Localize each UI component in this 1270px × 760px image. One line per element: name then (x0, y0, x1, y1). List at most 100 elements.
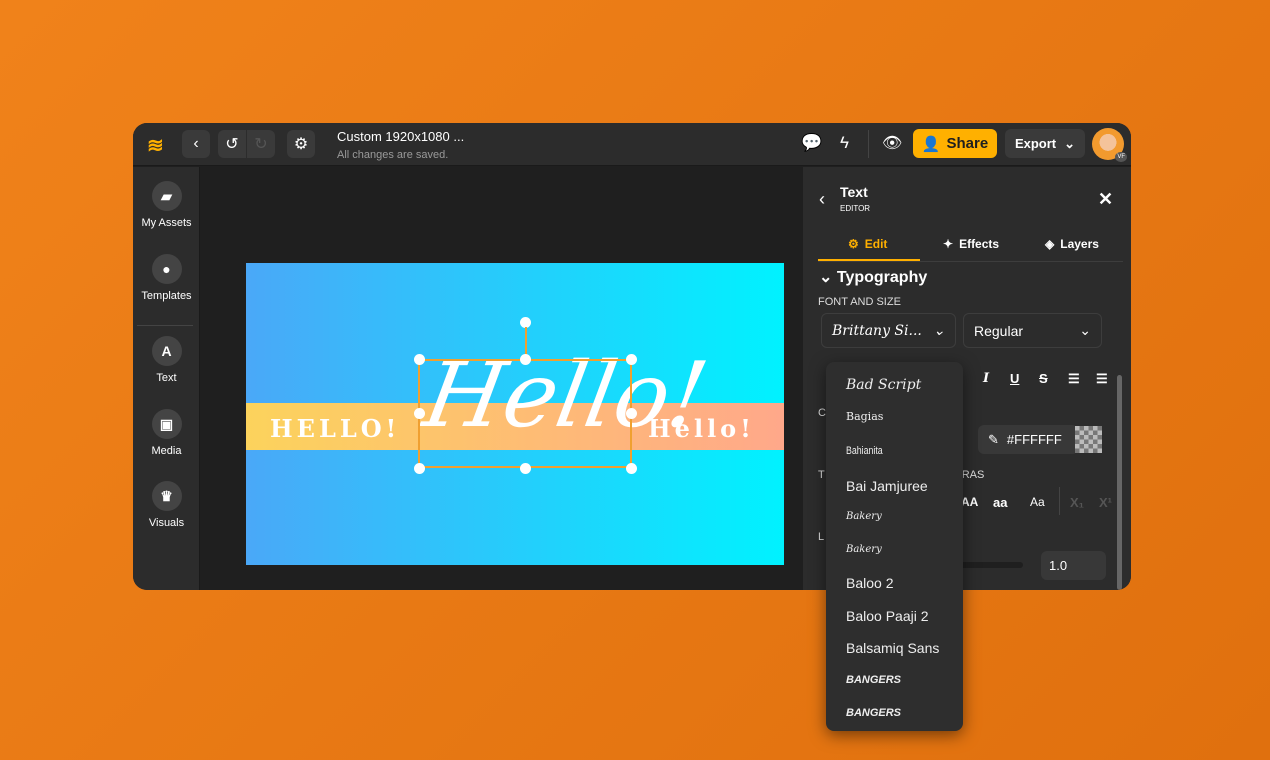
resize-handle[interactable] (626, 354, 637, 365)
font-value: Brittany Si... (832, 322, 922, 339)
sidebar-label: Templates (141, 290, 192, 302)
scrollbar[interactable] (1117, 375, 1122, 590)
tab-label: Edit (864, 237, 888, 251)
comment-icon[interactable]: 💬 (801, 133, 822, 153)
color-hex: #FFFFFF (1006, 432, 1062, 447)
bullet-list-icon[interactable]: ☰ (1068, 371, 1080, 387)
sidebar-item-templates[interactable]: ● Templates (133, 254, 200, 302)
font-option[interactable]: Bakery (846, 511, 882, 522)
font-option[interactable]: Bakery (846, 544, 882, 555)
superscript-button[interactable]: X¹ (1099, 495, 1112, 510)
resize-handle[interactable] (520, 463, 531, 474)
subscript-button[interactable]: X₁ (1070, 495, 1084, 510)
text-icon: A (151, 336, 182, 366)
undo-button[interactable]: ↺ (218, 130, 246, 158)
typography-section[interactable]: ⌄ Typography (819, 267, 927, 287)
resize-handle[interactable] (626, 408, 637, 419)
line-height-input[interactable]: 1.0 (1041, 551, 1106, 580)
divider (818, 261, 1123, 262)
tab-label: Effects (959, 237, 1000, 251)
settings-button[interactable]: ⚙ (287, 130, 315, 158)
sidebar-label: Media (151, 445, 182, 457)
chevron-down-icon: ⌄ (933, 322, 945, 339)
text-label: T (818, 469, 825, 481)
panel-subtitle: EDITOR (840, 204, 871, 213)
sidebar-item-my-assets[interactable]: ▰ My Assets (133, 181, 200, 229)
sidebar-item-visuals[interactable]: ♛ Visuals (133, 481, 200, 529)
design-canvas[interactable]: HELLO! Hello! Hello! (246, 263, 784, 565)
font-size-label: FONT AND SIZE (818, 296, 901, 308)
document-title[interactable]: Custom 1920x1080 ... (337, 129, 464, 144)
resize-handle[interactable] (520, 354, 531, 365)
uppercase-button[interactable]: AA (961, 495, 978, 509)
lowercase-button[interactable]: aa (993, 495, 1007, 510)
color-picker[interactable]: ✎ #FFFFFF (978, 425, 1078, 454)
export-button[interactable]: Export ⌄ (1005, 129, 1085, 158)
transparency-swatch[interactable] (1075, 426, 1102, 453)
back-button[interactable]: ‹ (182, 130, 210, 158)
crown-icon: ♛ (151, 481, 182, 511)
close-icon[interactable]: ✕ (1098, 189, 1113, 210)
avatar[interactable]: VF (1092, 128, 1127, 162)
underline-button[interactable]: U (1010, 371, 1019, 386)
selection-box[interactable] (418, 359, 632, 468)
editor-window: ≋ ‹ ↺ ↻ ⚙ Custom 1920x1080 ... All chang… (133, 123, 1131, 590)
section-title: Typography (836, 269, 928, 286)
font-option[interactable]: Baloo 2 (846, 575, 893, 591)
eyedropper-icon: ✎ (988, 431, 999, 447)
lightning-icon[interactable]: ϟ (840, 133, 849, 153)
font-option[interactable]: Bahianita (846, 445, 883, 457)
egg-icon: ● (151, 254, 182, 284)
line-height-slider[interactable] (953, 562, 1023, 568)
font-option[interactable]: Bad Script (846, 377, 921, 393)
sidebar-item-text[interactable]: A Text (133, 336, 200, 384)
share-label: Share (946, 135, 989, 152)
image-icon: ▣ (151, 409, 182, 439)
resize-handle[interactable] (414, 354, 425, 365)
sidebar-item-media[interactable]: ▣ Media (133, 409, 200, 457)
weight-value: Regular (974, 322, 1024, 339)
chevron-down-icon: ⌄ (1064, 135, 1076, 151)
color-label: C (818, 407, 826, 419)
panel-title: Text (840, 184, 868, 200)
resize-handle[interactable] (414, 408, 425, 419)
line-height-label: L (818, 531, 825, 543)
font-option[interactable]: Bagias (846, 410, 883, 423)
back-chevron-icon[interactable]: ‹ (819, 189, 825, 210)
add-user-icon: 👤 (921, 135, 941, 153)
avatar-badge: VF (1115, 152, 1127, 162)
font-option[interactable]: Bangers (846, 707, 901, 719)
share-button[interactable]: 👤 Share (913, 129, 997, 158)
divider (868, 130, 869, 158)
numbered-list-icon[interactable]: ☰ (1096, 371, 1108, 387)
divider (137, 325, 193, 326)
font-dropdown-menu: Bad Script Bagias Bahianita Bai Jamjuree… (826, 362, 963, 731)
sidebar-label: Visuals (148, 517, 185, 529)
font-option[interactable]: Baloo Paaji 2 (846, 608, 929, 624)
font-option[interactable]: Bangers (846, 674, 901, 686)
hello-left-text[interactable]: HELLO! (270, 414, 400, 443)
sidebar: ▰ My Assets ● Templates A Text ▣ Media ♛ Visu… (133, 167, 200, 590)
font-option[interactable]: Bai Jamjuree (846, 478, 928, 494)
strikethrough-button[interactable]: S (1039, 371, 1048, 386)
layers-icon: ◈ (1045, 237, 1055, 251)
chevron-down-icon: ⌄ (1079, 322, 1091, 338)
sidebar-label: My Assets (141, 217, 192, 229)
italic-button[interactable]: I (983, 371, 989, 386)
resize-handle[interactable] (626, 463, 637, 474)
save-status: All changes are saved. (337, 149, 449, 161)
tab-effects[interactable]: ✦ Effects (943, 237, 999, 251)
font-option[interactable]: Balsamiq Sans (846, 640, 939, 656)
folder-icon: ▰ (151, 181, 182, 211)
tab-edit[interactable]: ⚙ Edit (848, 237, 887, 251)
capitalize-button[interactable]: Aa (1030, 495, 1045, 509)
resize-handle[interactable] (414, 463, 425, 474)
weight-dropdown[interactable]: Regular ⌄ (963, 313, 1102, 348)
tab-layers[interactable]: ◈ Layers (1045, 237, 1099, 251)
redo-button[interactable]: ↻ (247, 130, 275, 158)
tab-label: Layers (1060, 237, 1099, 251)
export-label: Export (1014, 136, 1057, 151)
divider (1059, 487, 1060, 515)
preview-eye-icon[interactable]: 👁 (882, 133, 902, 153)
font-dropdown[interactable]: Brittany Si... ⌄ (821, 313, 956, 348)
